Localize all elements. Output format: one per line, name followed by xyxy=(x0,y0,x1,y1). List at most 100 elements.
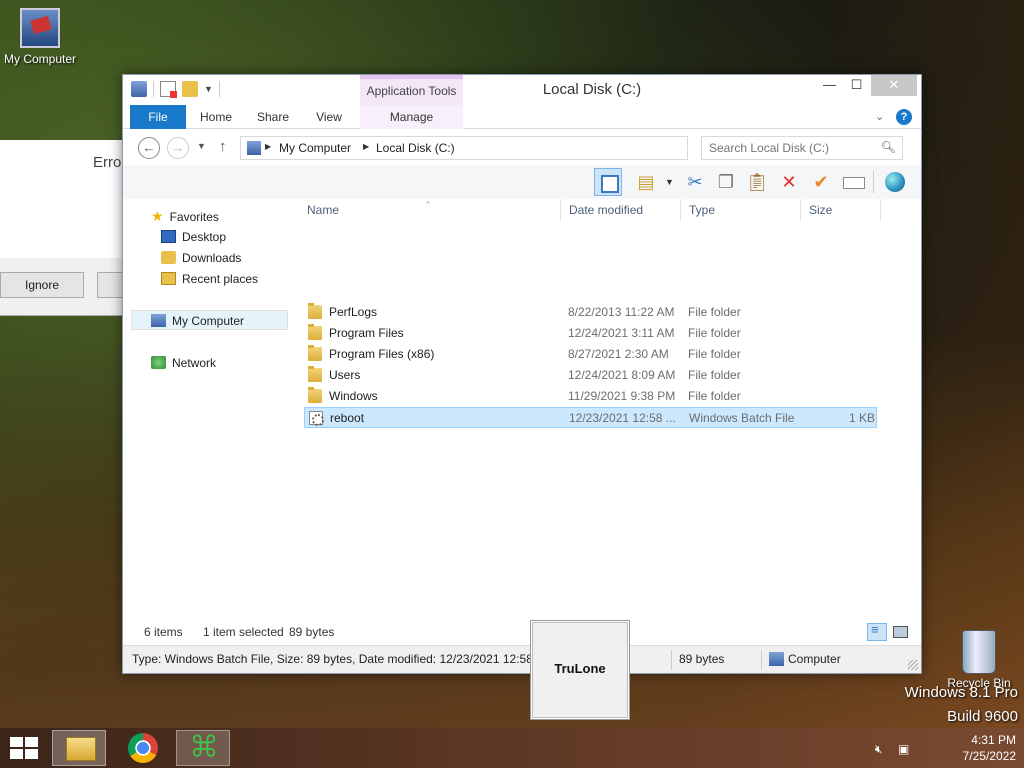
downloads-icon xyxy=(161,251,176,264)
tab-view[interactable]: View xyxy=(309,105,349,129)
details-view-button[interactable] xyxy=(867,622,887,641)
system-clock[interactable]: 4:31 PM 7/25/2022 xyxy=(940,732,1016,764)
taskbar-file-explorer[interactable] xyxy=(52,730,106,766)
maximize-button[interactable]: ☐ xyxy=(843,75,870,96)
title-bar[interactable]: ▼ Application Tools Local Disk (C:) — ☐ … xyxy=(123,75,921,105)
file-date: 12/24/2021 8:09 AM xyxy=(568,368,676,382)
sidebar-item-my-computer[interactable]: My Computer xyxy=(151,311,244,331)
sidebar-item-label: Favorites xyxy=(169,210,219,224)
recent-locations-dropdown-icon[interactable]: ▼ xyxy=(197,141,206,151)
search-icon[interactable]: 🔍︎ xyxy=(881,140,896,154)
checkmark-button[interactable]: ✔ xyxy=(807,168,835,196)
sidebar-item-label: Downloads xyxy=(182,251,242,265)
selection-size: 89 bytes xyxy=(289,625,335,639)
column-header-name[interactable]: ^ Name xyxy=(299,199,561,221)
cut-button[interactable]: ✂ xyxy=(681,168,709,196)
trulone-popup[interactable]: TruLone xyxy=(530,620,630,720)
help-icon[interactable]: ? xyxy=(896,109,912,125)
breadcrumb-separator-icon[interactable]: ▶ xyxy=(363,142,369,151)
file-size: 1 KB xyxy=(848,411,875,425)
desktop-icon xyxy=(161,230,176,243)
network-tray-icon[interactable]: ▣ xyxy=(898,742,909,756)
list-item[interactable]: Users 12/24/2021 8:09 AM File folder xyxy=(304,365,877,386)
column-header-size[interactable]: Size xyxy=(801,199,881,221)
file-name: Program Files (x86) xyxy=(329,347,435,361)
column-header-type[interactable]: Type xyxy=(681,199,801,221)
details-location: Computer xyxy=(788,652,841,666)
address-bar[interactable]: ▶ My Computer ▶ Local Disk (C:) ⌄ ↻ xyxy=(240,136,800,160)
folder-icon xyxy=(308,324,322,340)
desktop-recycle-bin-icon[interactable]: Recycle Bin xyxy=(944,630,1014,690)
properties-dropdown-icon[interactable]: ▼ xyxy=(665,177,674,187)
volume-muted-icon[interactable]: 🔇︎ xyxy=(875,742,883,757)
column-header-date-modified[interactable]: Date modified xyxy=(561,199,681,221)
windows-logo-icon xyxy=(10,737,23,747)
preview-pane-button[interactable] xyxy=(594,168,622,196)
error-dialog: Error Ignore xyxy=(0,140,127,316)
folder-icon xyxy=(308,303,322,319)
list-item[interactable]: Program Files 12/24/2021 3:11 AM File fo… xyxy=(304,323,877,344)
list-item[interactable]: Program Files (x86) 8/27/2021 2:30 AM Fi… xyxy=(304,344,877,365)
start-button[interactable] xyxy=(10,737,40,759)
properties-button[interactable]: ▤ xyxy=(632,168,660,196)
desktop-my-computer-icon[interactable]: My Computer xyxy=(0,8,80,66)
back-button[interactable]: ← xyxy=(138,137,160,159)
tab-file[interactable]: File xyxy=(130,105,186,129)
copy-button[interactable]: ❐ xyxy=(712,168,740,196)
sidebar-item-label: Network xyxy=(172,356,217,370)
file-name: reboot xyxy=(330,411,365,425)
breadcrumb-local-disk[interactable]: Local Disk (C:) xyxy=(376,141,455,155)
list-item-selected[interactable]: reboot 12/23/2021 12:58 ... Windows Batc… xyxy=(304,407,877,428)
folder-icon xyxy=(308,366,322,382)
status-divider xyxy=(761,650,762,670)
close-button[interactable]: ✕ xyxy=(871,75,917,96)
details-text: Type: Windows Batch File, Size: 89 bytes… xyxy=(132,652,555,666)
folder-icon xyxy=(308,345,322,361)
sidebar-item-network[interactable]: Network xyxy=(151,353,216,373)
sidebar-item-desktop[interactable]: Desktop xyxy=(161,227,226,247)
windows-logo-icon xyxy=(25,749,38,759)
tab-home[interactable]: Home xyxy=(193,105,239,129)
sidebar-item-downloads[interactable]: Downloads xyxy=(161,248,241,268)
sidebar-item-label: Desktop xyxy=(182,230,227,244)
file-date: 12/24/2021 3:11 AM xyxy=(568,326,675,340)
file-date: 8/27/2021 2:30 AM xyxy=(568,347,669,361)
computer-icon xyxy=(769,652,784,666)
resize-grip[interactable] xyxy=(908,660,918,670)
sidebar-item-favorites[interactable]: ★ Favorites xyxy=(151,206,219,226)
ignore-button[interactable]: Ignore xyxy=(0,272,84,298)
file-type: File folder xyxy=(688,368,741,382)
up-button[interactable]: ↑ xyxy=(219,138,227,155)
file-name: PerfLogs xyxy=(329,305,378,319)
toolbar-separator xyxy=(873,171,874,193)
details-size: 89 bytes xyxy=(679,652,725,666)
recycle-bin-icon xyxy=(962,630,996,674)
minimize-button[interactable]: — xyxy=(816,75,843,96)
file-date: 11/29/2021 9:38 PM xyxy=(568,389,676,403)
breadcrumb-separator-icon[interactable]: ▶ xyxy=(265,142,271,151)
large-icons-view-button[interactable] xyxy=(890,623,910,641)
file-date: 12/23/2021 12:58 ... xyxy=(569,411,676,425)
sidebar-item-label: Recent places xyxy=(182,272,259,286)
breadcrumb-my-computer[interactable]: My Computer xyxy=(279,141,351,155)
list-item[interactable]: PerfLogs 8/22/2013 11:22 AM File folder xyxy=(304,302,877,323)
file-name: Windows xyxy=(329,389,378,403)
sidebar-item-recent-places[interactable]: Recent places xyxy=(161,269,258,289)
tab-share[interactable]: Share xyxy=(251,105,295,129)
batch-file-icon xyxy=(309,411,324,426)
expand-ribbon-icon[interactable]: ⌄ xyxy=(875,110,884,123)
forward-button[interactable]: → xyxy=(167,137,189,159)
sidebar-item-label: My Computer xyxy=(172,314,245,328)
windows-logo-icon xyxy=(25,737,38,747)
taskbar-trulone[interactable] xyxy=(176,730,230,766)
delete-button[interactable]: ✕ xyxy=(775,168,803,196)
taskbar-chrome[interactable] xyxy=(116,730,170,766)
list-item[interactable]: Windows 11/29/2021 9:38 PM File folder xyxy=(304,386,877,407)
search-input[interactable] xyxy=(702,137,878,159)
globe-button[interactable] xyxy=(881,168,909,196)
rename-button[interactable] xyxy=(839,168,867,196)
tab-manage[interactable]: Manage xyxy=(360,105,463,129)
navigation-pane: ★ Favorites Desktop Downloads Recent plac… xyxy=(131,203,291,613)
paste-button[interactable]: 📋︎ xyxy=(743,168,771,196)
clock-time: 4:31 PM xyxy=(971,733,1016,747)
